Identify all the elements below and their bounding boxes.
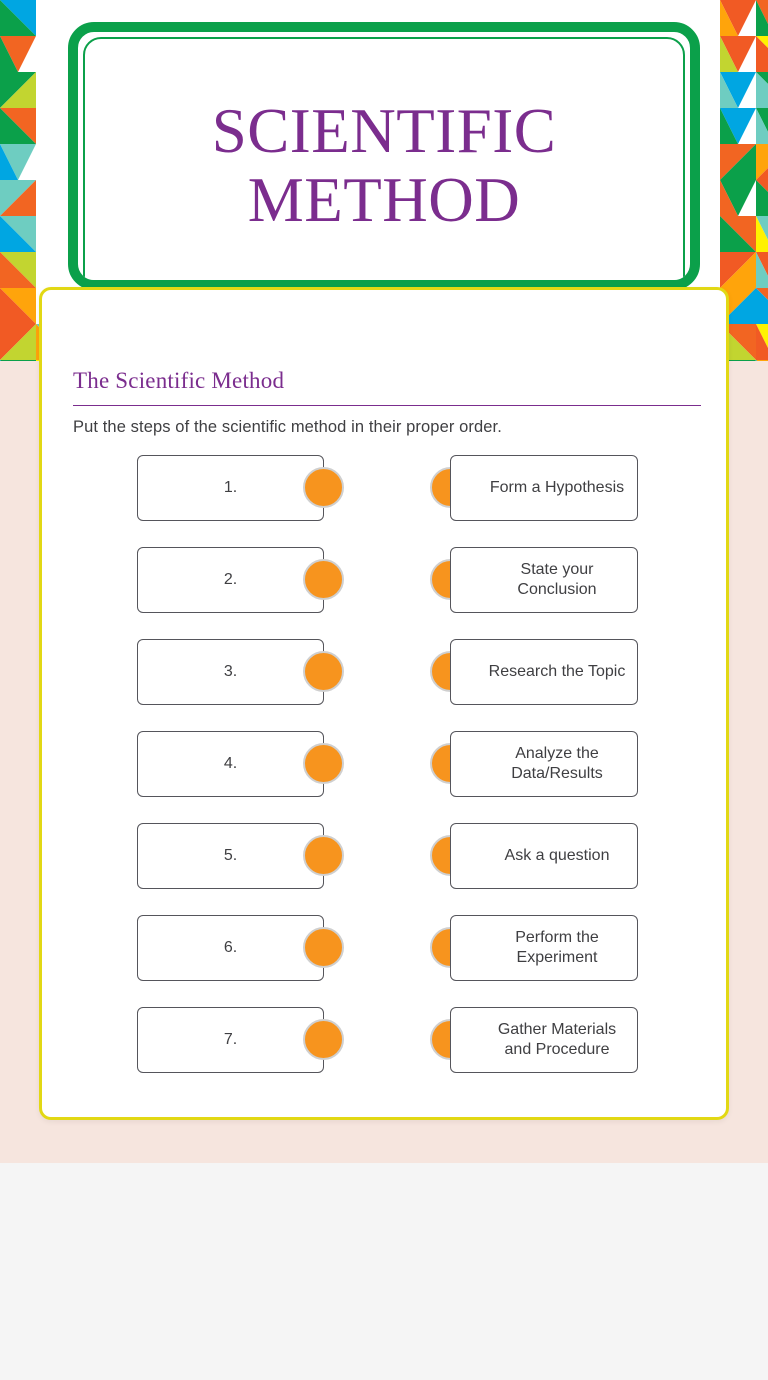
answer-slot-box[interactable]: 5.	[137, 823, 324, 889]
matching-rows-list: 1. Form a Hypothesis 2. State your Conclusi…	[42, 455, 732, 1099]
page-title-line-1: SCIENTIFIC	[211, 96, 557, 166]
answer-choice-box[interactable]: State your Conclusion	[450, 547, 638, 613]
connector-dot-left[interactable]	[303, 651, 344, 692]
slot-number: 7.	[223, 1030, 238, 1048]
heading-divider	[73, 405, 701, 406]
slot-number: 2.	[223, 570, 238, 588]
answer-choice-box[interactable]: Research the Topic	[450, 639, 638, 705]
matching-row: 6. Perform the Experiment	[42, 915, 732, 1007]
slot-number: 3.	[223, 662, 238, 680]
slot-number: 1.	[223, 478, 238, 496]
page-title: SCIENTIFIC METHOD	[85, 96, 683, 236]
title-card-inner-frame: SCIENTIFIC METHOD	[83, 37, 685, 280]
matching-row: 7. Gather Materials and Procedure	[42, 1007, 732, 1099]
connector-dot-left[interactable]	[303, 743, 344, 784]
slot-number: 6.	[223, 938, 238, 956]
connector-dot-left[interactable]	[303, 467, 344, 508]
connector-dot-left[interactable]	[303, 559, 344, 600]
answer-choice-box[interactable]: Perform the Experiment	[450, 915, 638, 981]
slot-number: 5.	[223, 846, 238, 864]
instruction-text: Put the steps of the scientific method i…	[73, 418, 502, 436]
answer-slot-box[interactable]: 3.	[137, 639, 324, 705]
connector-dot-left[interactable]	[303, 927, 344, 968]
answer-slot-box[interactable]: 2.	[137, 547, 324, 613]
answer-choice-box[interactable]: Form a Hypothesis	[450, 455, 638, 521]
page-title-line-2: METHOD	[247, 165, 521, 236]
answer-choice-box[interactable]: Ask a question	[450, 823, 638, 889]
answer-slot-box[interactable]: 7.	[137, 1007, 324, 1073]
matching-row: 3. Research the Topic	[42, 639, 732, 731]
worksheet-page: SCIENTIFIC METHOD The Scientific Method …	[0, 0, 768, 1380]
matching-row: 5. Ask a question	[42, 823, 732, 915]
answer-choice-box[interactable]: Gather Materials and Procedure	[450, 1007, 638, 1073]
answer-slot-box[interactable]: 1.	[137, 455, 324, 521]
slot-number: 4.	[223, 754, 238, 772]
matching-row: 4. Analyze the Data/Results	[42, 731, 732, 823]
answer-slot-box[interactable]: 4.	[137, 731, 324, 797]
title-card: SCIENTIFIC METHOD	[68, 22, 700, 290]
connector-dot-left[interactable]	[303, 1019, 344, 1060]
section-heading: The Scientific Method	[73, 368, 285, 393]
matching-row: 2. State your Conclusion	[42, 547, 732, 639]
worksheet-card: The Scientific Method Put the steps of t…	[39, 287, 729, 1120]
answer-choice-box[interactable]: Analyze the Data/Results	[450, 731, 638, 797]
answer-slot-box[interactable]: 6.	[137, 915, 324, 981]
connector-dot-left[interactable]	[303, 835, 344, 876]
matching-row: 1. Form a Hypothesis	[42, 455, 732, 547]
